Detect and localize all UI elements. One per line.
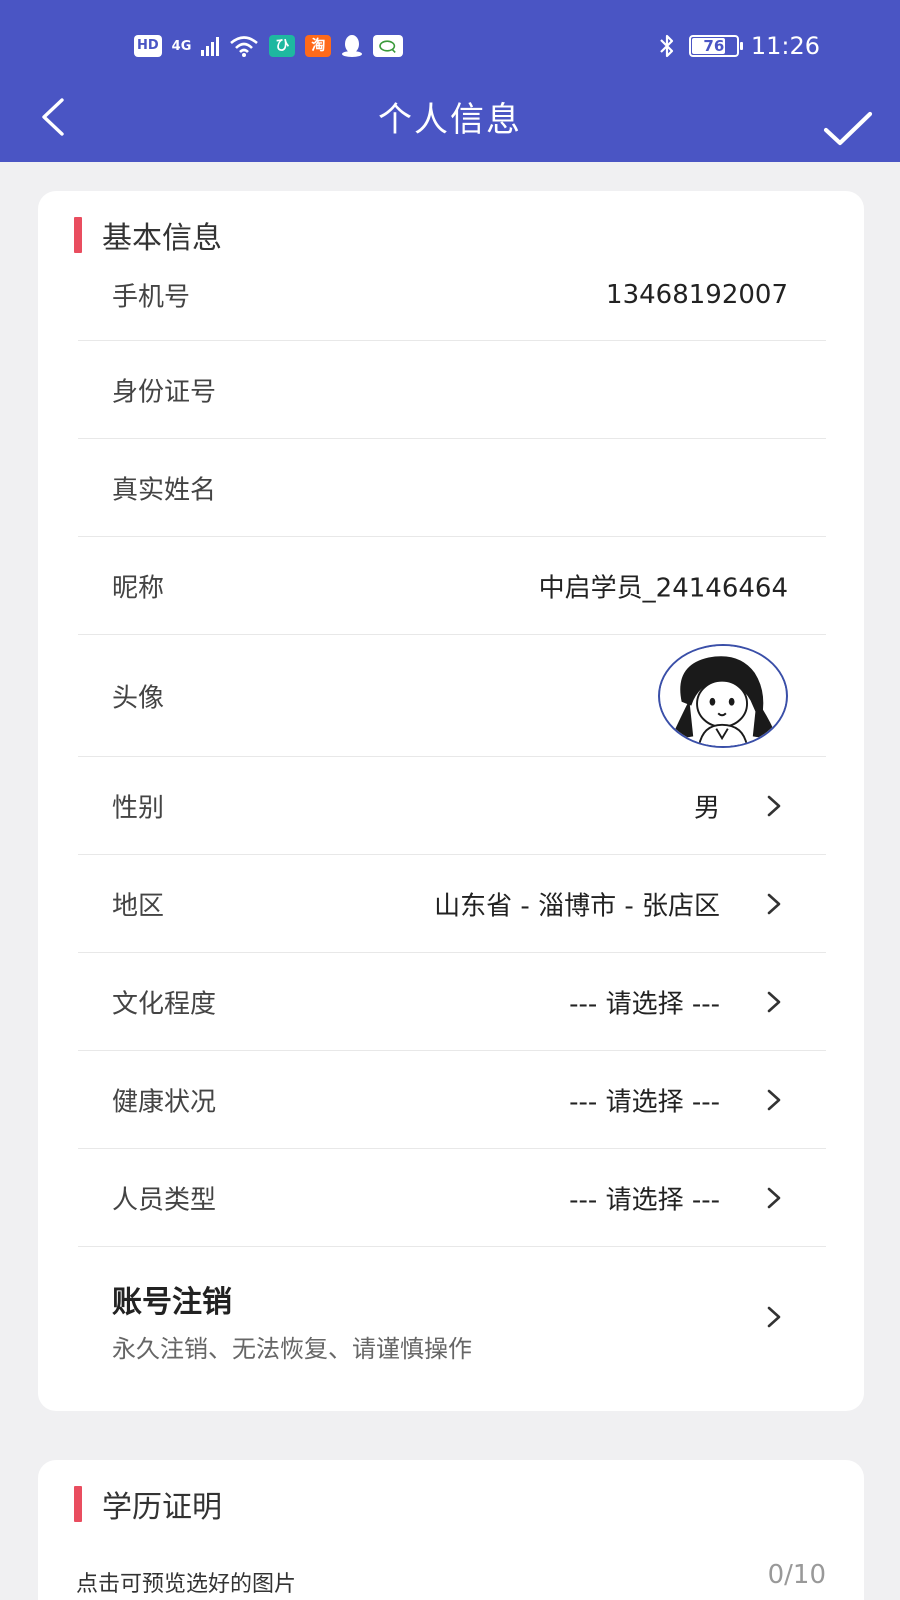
page-title: 个人信息 <box>378 100 522 140</box>
confirm-check-button[interactable] <box>822 110 874 148</box>
gender-value: 男 <box>693 793 720 823</box>
mi-app-icon: ひ <box>269 35 296 57</box>
bluetooth-icon <box>660 34 673 58</box>
person-type-value: --- 请选择 --- <box>569 1185 720 1215</box>
region-value: 山东省 - 淄博市 - 张店区 <box>434 891 720 921</box>
real-name-row[interactable]: 真实姓名 <box>78 439 826 537</box>
region-row[interactable]: 地区 山东省 - 淄博市 - 张店区 <box>78 855 826 953</box>
person-type-row[interactable]: 人员类型 --- 请选择 --- <box>78 1149 826 1247</box>
basic-info-card: 基本信息 手机号 13468192007 身份证号 真实姓名 昵称 中启学员_2… <box>38 191 864 1411</box>
chevron-right-icon <box>767 795 781 816</box>
image-count: 0/10 <box>767 1560 826 1590</box>
region-label: 地区 <box>112 891 165 921</box>
battery-icon: 76 <box>688 35 743 57</box>
app-header: HD 4G ひ 淘 76 11:26 个人信息 <box>0 0 900 162</box>
status-bar: HD 4G ひ 淘 76 11:26 <box>0 26 900 66</box>
account-cancel-warning: 永久注销、无法恢复、请谨慎操作 <box>112 1335 472 1363</box>
taobao-app-icon: 淘 <box>305 35 332 57</box>
section-accent-bar <box>74 1486 82 1522</box>
nickname-value[interactable]: 中启学员_24146464 <box>539 567 788 604</box>
education-proof-title: 学历证明 <box>102 1490 222 1525</box>
avatar-label: 头像 <box>112 683 165 713</box>
nickname-label: 昵称 <box>112 573 165 603</box>
person-type-label: 人员类型 <box>112 1185 217 1215</box>
network-type-label: 4G <box>171 38 192 54</box>
chevron-right-icon <box>767 1089 781 1110</box>
health-label: 健康状况 <box>112 1087 217 1117</box>
signal-icon <box>201 36 220 56</box>
health-row[interactable]: 健康状况 --- 请选择 --- <box>78 1051 826 1149</box>
image-preview-hint: 点击可预览选好的图片 <box>76 1572 297 1597</box>
status-time: 11:26 <box>750 32 820 60</box>
chevron-right-icon <box>767 1306 781 1328</box>
chevron-right-icon <box>767 991 781 1012</box>
phone-row: 手机号 13468192007 <box>78 249 826 341</box>
status-icons-left: HD 4G ひ 淘 <box>134 32 404 60</box>
chevron-right-icon <box>767 1187 781 1208</box>
qq-icon <box>342 35 363 57</box>
message-app-icon <box>373 35 404 57</box>
education-label: 文化程度 <box>112 989 217 1019</box>
account-cancel-row[interactable]: 账号注销 永久注销、无法恢复、请谨慎操作 <box>78 1247 826 1387</box>
avatar-image[interactable] <box>658 643 788 748</box>
health-value: --- 请选择 --- <box>569 1087 720 1117</box>
wifi-icon <box>230 36 259 57</box>
hd-icon: HD <box>134 35 162 57</box>
cartoon-girl-avatar-icon <box>660 645 786 746</box>
nickname-row[interactable]: 昵称 中启学员_24146464 <box>78 537 826 635</box>
account-cancel-title: 账号注销 <box>112 1285 232 1320</box>
phone-label: 手机号 <box>112 282 191 312</box>
avatar-row[interactable]: 头像 <box>78 635 826 757</box>
id-number-label: 身份证号 <box>112 377 217 407</box>
battery-level: 76 <box>703 37 725 55</box>
education-row[interactable]: 文化程度 --- 请选择 --- <box>78 953 826 1051</box>
education-proof-header: 学历证明 <box>74 1484 222 1525</box>
real-name-label: 真实姓名 <box>112 475 217 505</box>
chevron-right-icon <box>767 893 781 914</box>
gender-label: 性别 <box>112 793 165 823</box>
id-number-row[interactable]: 身份证号 <box>78 341 826 439</box>
gender-row[interactable]: 性别 男 <box>78 757 826 855</box>
status-icons-right: 76 11:26 <box>657 30 820 62</box>
phone-value: 13468192007 <box>606 279 788 310</box>
section-accent-bar <box>74 217 82 253</box>
education-value: --- 请选择 --- <box>569 989 720 1019</box>
education-proof-card: 学历证明 点击可预览选好的图片 0/10 <box>38 1460 864 1600</box>
